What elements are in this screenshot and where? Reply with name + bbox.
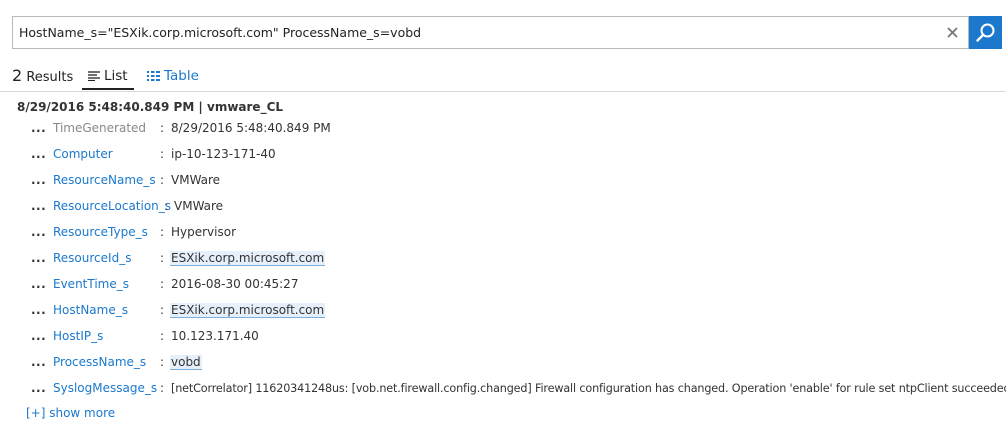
field-menu[interactable]: ... — [31, 251, 46, 265]
field-menu[interactable]: ... — [31, 277, 46, 291]
field-separator: : — [160, 121, 165, 135]
field-value: [netCorrelator] 11620341248us: [vob.net.… — [171, 382, 1006, 395]
field-name[interactable]: ResourceLocation_s — [53, 199, 171, 213]
field-menu[interactable]: ... — [31, 329, 46, 343]
search-bar — [12, 16, 1003, 49]
tab-table[interactable]: Table — [147, 64, 199, 88]
field-separator: : — [164, 199, 169, 213]
show-more-link[interactable]: [+] show more — [26, 406, 115, 420]
field-name[interactable]: ResourceType_s — [53, 225, 148, 239]
search-input[interactable] — [19, 17, 939, 48]
field-menu[interactable]: ... — [31, 199, 46, 213]
field-name[interactable]: ProcessName_s — [53, 355, 146, 369]
field-menu[interactable]: ... — [31, 147, 46, 161]
search-box[interactable] — [12, 16, 969, 49]
list-icon — [88, 71, 100, 81]
field-row-processname: ... ProcessName_s : vobd — [31, 350, 1003, 376]
field-value: ip-10-123-171-40 — [171, 147, 276, 161]
field-separator: : — [160, 173, 165, 187]
field-name[interactable]: HostName_s — [53, 303, 128, 317]
field-row-eventtime: ... EventTime_s : 2016-08-30 00:45:27 — [31, 272, 1003, 298]
search-button[interactable] — [969, 16, 1002, 49]
field-name[interactable]: HostIP_s — [53, 329, 103, 343]
field-name[interactable]: EventTime_s — [53, 277, 129, 291]
field-value: VMWare — [174, 199, 224, 213]
field-separator: : — [160, 147, 165, 161]
field-name[interactable]: ResourceName_s — [53, 173, 156, 187]
result-count: 2 Results — [12, 66, 73, 85]
field-value: 2016-08-30 00:45:27 — [171, 277, 299, 291]
record-fields: ... TimeGenerated : 8/29/2016 5:48:40.84… — [31, 116, 1006, 402]
field-row-resourcelocation: ... ResourceLocation_s : VMWare — [31, 194, 1003, 220]
field-value: VMWare — [171, 173, 221, 187]
field-separator: : — [160, 355, 165, 369]
field-separator: : — [160, 225, 165, 239]
field-menu[interactable]: ... — [31, 381, 46, 395]
field-name: TimeGenerated — [53, 121, 147, 135]
field-menu[interactable]: ... — [31, 303, 46, 317]
field-row-timegenerated: ... TimeGenerated : 8/29/2016 5:48:40.84… — [31, 116, 1003, 142]
field-value-link[interactable]: ESXik.corp.microsoft.com — [170, 251, 326, 266]
field-row-resourcename: ... ResourceName_s : VMWare — [31, 168, 1003, 194]
field-menu[interactable]: ... — [31, 173, 46, 187]
result-count-number: 2 — [12, 66, 23, 85]
close-icon[interactable] — [945, 25, 960, 40]
field-value-link[interactable]: ESXik.corp.microsoft.com — [170, 303, 326, 318]
field-separator: : — [160, 381, 165, 395]
field-row-resourcetype: ... ResourceType_s : Hypervisor — [31, 220, 1003, 246]
field-value: 8/29/2016 5:48:40.849 PM — [171, 121, 331, 135]
field-name[interactable]: SyslogMessage_s — [53, 381, 157, 395]
field-menu[interactable]: ... — [31, 121, 46, 135]
tab-list[interactable]: List — [82, 64, 134, 90]
field-value: Hypervisor — [171, 225, 237, 239]
results-header: 2 Results List Table — [12, 64, 1002, 90]
result-count-label: Results — [26, 70, 74, 85]
field-menu[interactable]: ... — [31, 355, 46, 369]
field-value-link[interactable]: vobd — [170, 355, 202, 370]
field-name[interactable]: ResourceId_s — [53, 251, 131, 265]
field-separator: : — [160, 303, 165, 317]
tab-list-label: List — [104, 68, 128, 84]
results-divider — [0, 91, 1006, 92]
record-title: 8/29/2016 5:48:40.849 PM | vmware_CL — [17, 100, 284, 114]
field-row-syslogmessage: ... SyslogMessage_s : [netCorrelator] 11… — [31, 376, 1006, 402]
field-separator: : — [160, 329, 165, 343]
table-icon — [147, 71, 160, 81]
field-separator: : — [160, 251, 165, 265]
tab-table-label: Table — [164, 68, 199, 84]
field-value: 10.123.171.40 — [171, 329, 259, 343]
search-icon — [976, 23, 995, 42]
field-row-resourceid: ... ResourceId_s : ESXik.corp.microsoft.… — [31, 246, 1003, 272]
field-row-hostip: ... HostIP_s : 10.123.171.40 — [31, 324, 1003, 350]
field-row-computer: ... Computer : ip-10-123-171-40 — [31, 142, 1003, 168]
field-menu[interactable]: ... — [31, 225, 46, 239]
field-row-hostname: ... HostName_s : ESXik.corp.microsoft.co… — [31, 298, 1003, 324]
field-separator: : — [160, 277, 165, 291]
field-name[interactable]: Computer — [53, 147, 113, 161]
